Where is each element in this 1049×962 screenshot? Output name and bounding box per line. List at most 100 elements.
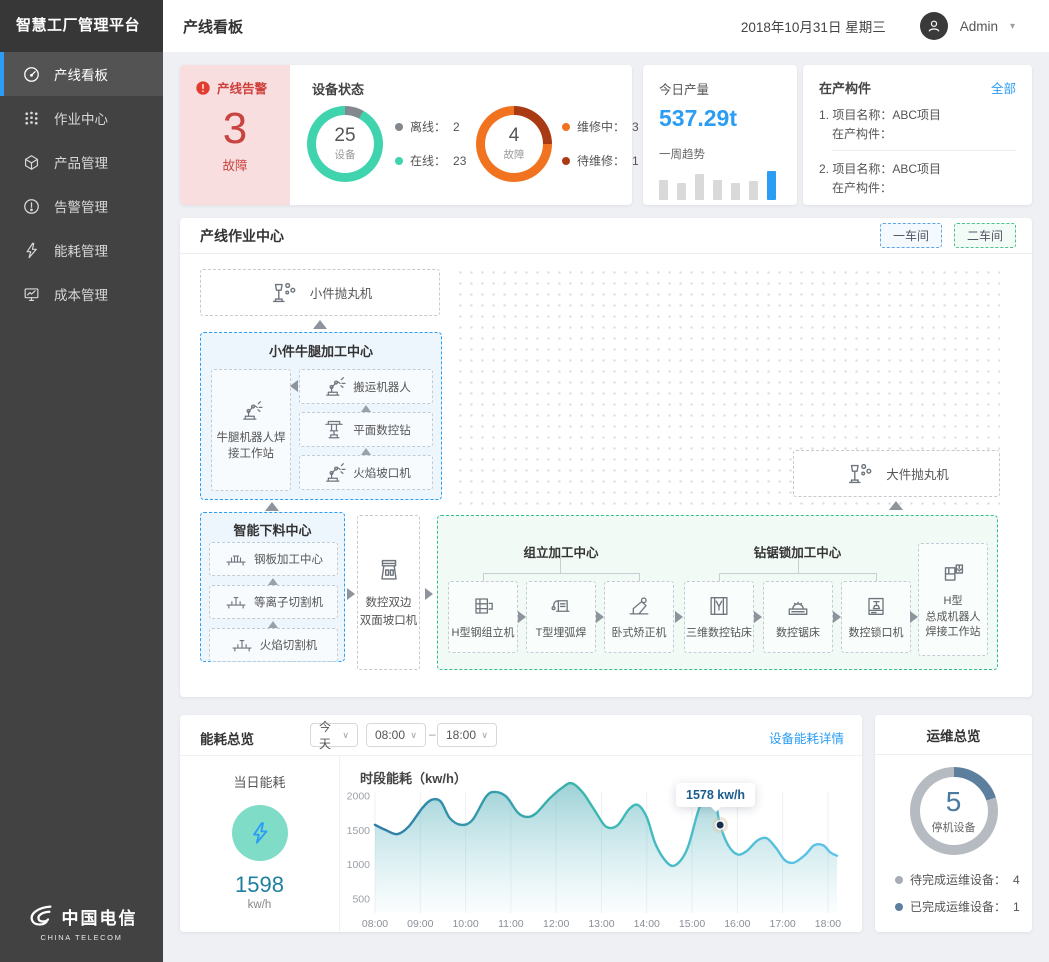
alarm-panel[interactable]: 产线告警 3 故障 (180, 65, 290, 205)
arrow-up-icon (268, 578, 278, 585)
grid-dots-icon (22, 109, 41, 128)
today-energy-unit: kw/h (180, 899, 339, 911)
svg-text:17:00: 17:00 (770, 918, 796, 930)
energy-detail-link[interactable]: 设备能耗详情 (769, 728, 844, 747)
ops-card: 运维总览 5 停机设备 待完成运维设备：4 已完成运维设备：1 (875, 715, 1032, 932)
alarm-icon (195, 80, 211, 96)
node-plane-cnc-drill[interactable]: 平面数控钻 (299, 412, 433, 447)
arrow-left-icon (290, 380, 298, 392)
h-station-machine-icon (938, 558, 968, 588)
project-item: 2. 项目名称：ABC项目 在产构件： (819, 160, 1016, 197)
workshop-1-button[interactable]: 一车间 (880, 223, 942, 248)
svg-text:09:00: 09:00 (407, 918, 433, 930)
node-carry-robot[interactable]: 搬运机器人 (299, 369, 433, 404)
all-link[interactable]: 全部 (991, 78, 1016, 97)
workshop-2-button[interactable]: 二车间 (954, 223, 1016, 248)
arrow-right-icon (833, 611, 841, 623)
device-fault-value: 4 (509, 126, 520, 147)
sidebar-item-label: 产线看板 (54, 64, 108, 84)
energy-area-chart: 08:0009:0010:0011:0012:0013:0014:0015:00… (345, 782, 855, 932)
avatar[interactable] (920, 12, 948, 40)
lock-machine-icon (862, 592, 890, 620)
arrow-up-icon (313, 320, 327, 329)
sidebar-item-product-mgmt[interactable]: 产品管理 (0, 140, 163, 184)
day-select[interactable]: 今天∨ (310, 723, 358, 747)
username[interactable]: Admin (960, 19, 998, 34)
group-cutting-center: 智能下料中心 钢板加工中心 等离子切割机 火焰切割机 (200, 512, 345, 662)
group-title: 组立加工中心 (483, 542, 639, 561)
workshop-panel: 产线作业中心 一车间 二车间 小件抛丸机 小件牛腿加工中心 牛腿机器人焊接工作站 (180, 218, 1032, 697)
node-plate-center[interactable]: 钢板加工中心 (209, 542, 338, 576)
bolt-icon (22, 241, 41, 260)
node-h-assembly-robot-station[interactable]: H型总成机器人焊接工作站 (918, 543, 988, 656)
group-title: 智能下料中心 (201, 520, 344, 539)
robot-arm-icon (321, 374, 347, 400)
chevron-down-icon[interactable]: ▾ (1010, 21, 1015, 32)
svg-text:1000: 1000 (347, 859, 371, 871)
legend-dot (895, 876, 903, 884)
node-flame-cutter[interactable]: 火焰切割机 (209, 628, 338, 662)
node-corbel-robot-station[interactable]: 牛腿机器人焊接工作站 (211, 369, 291, 491)
node-flame-beveler[interactable]: 火焰坡口机 (299, 455, 433, 490)
svg-text:16:00: 16:00 (724, 918, 750, 930)
svg-text:11:00: 11:00 (498, 918, 524, 930)
node-h-beam-assembler[interactable]: H型钢组立机 (448, 581, 518, 653)
legend-dot (562, 157, 570, 165)
svg-text:18:00: 18:00 (815, 918, 841, 930)
node-cnc-saw[interactable]: 数控锯床 (763, 581, 833, 653)
node-small-shot-blaster[interactable]: 小件抛丸机 (200, 269, 440, 316)
ops-stopped-label: 停机设备 (932, 819, 976, 835)
end-time-select[interactable]: 18:00∨ (437, 723, 497, 747)
sidebar-item-label: 作业中心 (54, 108, 108, 128)
alarm-count: 3 (180, 107, 290, 151)
start-time-select[interactable]: 08:00∨ (366, 723, 426, 747)
device-total-donut: 25 设备 (307, 106, 383, 182)
chevron-down-icon: ∨ (410, 730, 417, 741)
daily-output-card: 今日产量 537.29t 一周趋势 (643, 65, 797, 205)
ops-title: 运维总览 (875, 715, 1032, 755)
legend-dot (395, 157, 403, 165)
node-3d-cnc-drill[interactable]: 三维数控钻床 (684, 581, 754, 653)
sidebar-item-work-center[interactable]: 作业中心 (0, 96, 163, 140)
sidebar-item-energy-mgmt[interactable]: 能耗管理 (0, 228, 163, 272)
node-t-arc-welder[interactable]: T型埋弧焊 (526, 581, 596, 653)
shot-blaster-icon (268, 278, 298, 308)
node-plasma-cutter[interactable]: 等离子切割机 (209, 585, 338, 619)
trend-label: 一周趋势 (659, 146, 781, 162)
sidebar-item-production-board[interactable]: 产线看板 (0, 52, 163, 96)
trend-bars (659, 167, 781, 200)
device-total-label: 设备 (335, 147, 356, 162)
node-horizontal-straightener[interactable]: 卧式矫正机 (604, 581, 674, 653)
china-telecom-logo-icon (26, 901, 56, 931)
device-total-value: 25 (334, 126, 355, 147)
alarm-title: 产线告警 (217, 78, 267, 97)
group-assembly-line: 组立加工中心 钻锯锁加工中心 H型钢组立机 T型埋弧焊 (437, 515, 998, 670)
node-big-shot-blaster[interactable]: 大件抛丸机 (793, 450, 1000, 497)
saw-machine-icon (784, 592, 812, 620)
device-status-body: 设备状态 25 设备 离线：2 在线：23 4 故障 维修中：3 待维修：1 (290, 65, 632, 205)
trend-bar (677, 183, 686, 200)
group-title: 小件牛腿加工中心 (201, 341, 441, 360)
node-cnc-lock-machine[interactable]: 数控锁口机 (841, 581, 911, 653)
device-status-card: 产线告警 3 故障 设备状态 25 设备 离线：2 在线：23 4 故障 (180, 65, 632, 205)
monitor-chart-icon (22, 285, 41, 304)
device-total-legend: 离线：2 在线：23 (395, 118, 466, 186)
chart-tooltip: 1578 kw/h (676, 783, 755, 807)
legend-dot (395, 123, 403, 131)
drill-3d-machine-icon (705, 592, 733, 620)
sidebar-item-cost-mgmt[interactable]: 成本管理 (0, 272, 163, 316)
straightener-machine-icon (625, 592, 653, 620)
svg-text:500: 500 (352, 894, 370, 906)
sidebar-item-alarm-mgmt[interactable]: 告警管理 (0, 184, 163, 228)
energy-title: 能耗总览 (200, 728, 254, 748)
energy-card: 能耗总览 今天∨ 08:00∨ – 18:00∨ 设备能耗详情 当日能耗 159… (180, 715, 862, 932)
legend-dot (562, 123, 570, 131)
chevron-down-icon: ∨ (342, 730, 349, 741)
sidebar-item-label: 成本管理 (54, 284, 108, 304)
arrow-right-icon (596, 611, 604, 623)
svg-text:13:00: 13:00 (588, 918, 614, 930)
beveler-machine-icon (374, 555, 404, 585)
node-double-beveler[interactable]: 数控双边双面坡口机 (357, 515, 420, 670)
time-separator: – (429, 727, 436, 741)
trend-bar (659, 180, 668, 200)
